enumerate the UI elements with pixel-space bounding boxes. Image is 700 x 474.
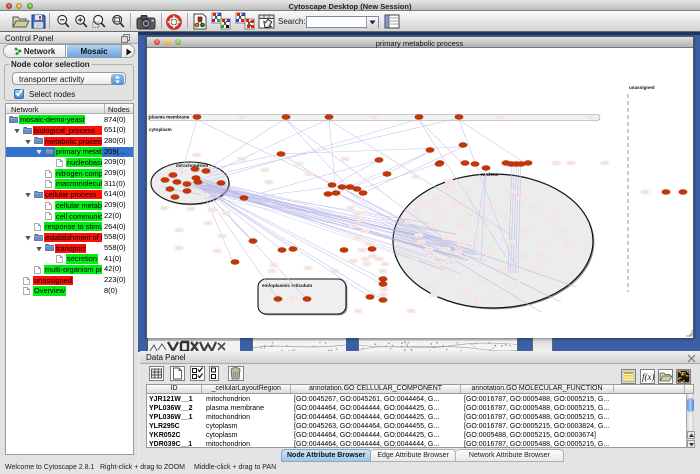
svg-text:plasma membrane: plasma membrane xyxy=(149,115,190,120)
svg-text:endoplasmic reticulum: endoplasmic reticulum xyxy=(262,283,312,288)
svg-text:cytoplasm: cytoplasm xyxy=(149,127,172,132)
svg-text:f(x): f(x) xyxy=(642,372,655,382)
svg-text:nucleus: nucleus xyxy=(481,172,499,177)
svg-text:unassigned: unassigned xyxy=(629,85,655,90)
